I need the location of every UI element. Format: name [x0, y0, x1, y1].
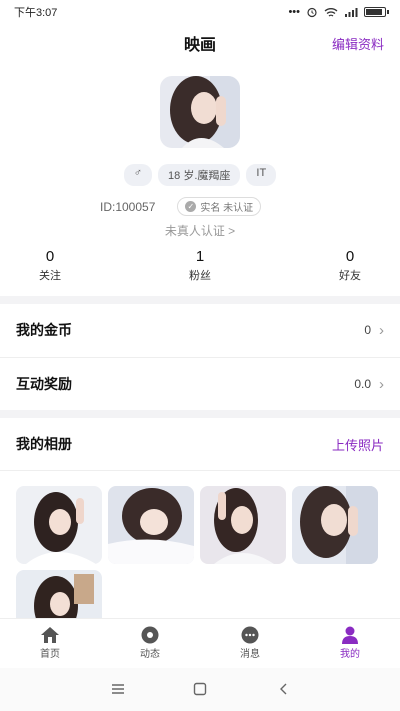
- gender-tag: ♂: [123, 164, 153, 186]
- notification-dots: •••: [288, 6, 300, 18]
- upload-photo-button[interactable]: 上传照片: [332, 435, 384, 454]
- avatar[interactable]: [160, 76, 240, 148]
- stat-following-label: 关注: [39, 270, 61, 282]
- status-time: 下午3:07: [14, 7, 58, 19]
- stat-fans-label: 粉丝: [189, 270, 211, 282]
- battery-icon: [364, 7, 389, 17]
- stat-friends[interactable]: 0 好友: [320, 248, 380, 283]
- rewards-right: 0.0 ›: [354, 376, 384, 393]
- status-icons: •••: [288, 6, 389, 18]
- album-photo[interactable]: [200, 486, 286, 564]
- album-photo[interactable]: [292, 486, 378, 564]
- stat-fans[interactable]: 1 粉丝: [170, 248, 230, 283]
- edit-profile-button[interactable]: 编辑资料: [332, 34, 384, 53]
- tab-mine-label: 我的: [340, 649, 360, 660]
- coins-row[interactable]: 我的金币 0 ›: [0, 304, 400, 356]
- rewards-label: 互动奖励: [16, 376, 72, 392]
- album-title: 我的相册: [16, 436, 72, 452]
- row-divider: [0, 470, 400, 471]
- stat-following[interactable]: 0 关注: [20, 248, 80, 283]
- stat-friends-value: 0: [345, 248, 355, 265]
- album-photo[interactable]: [108, 486, 194, 564]
- tab-messages[interactable]: 消息: [220, 625, 280, 660]
- album-photo[interactable]: [16, 570, 102, 620]
- user-id: ID:100057: [100, 199, 156, 214]
- face-verify-link[interactable]: 未真人认证 >: [0, 222, 400, 239]
- section-gap: [0, 410, 400, 418]
- system-nav-bar: [0, 668, 400, 711]
- home-icon: [41, 627, 59, 643]
- tab-messages-label: 消息: [240, 649, 260, 660]
- coins-value: 0: [364, 323, 371, 337]
- realname-label: 实名 未认证: [200, 203, 254, 214]
- alarm-icon: [307, 7, 317, 18]
- disc-icon: [141, 626, 159, 644]
- stat-friends-label: 好友: [339, 270, 361, 282]
- tab-feed-label: 动态: [140, 649, 160, 660]
- section-gap: [0, 296, 400, 304]
- signal-icon: [345, 7, 358, 17]
- profession-tag: IT: [246, 164, 277, 186]
- realname-badge[interactable]: ✓ 实名 未认证: [177, 197, 262, 216]
- status-bar: 下午3:07 •••: [0, 0, 400, 24]
- rewards-row[interactable]: 互动奖励 0.0 ›: [0, 358, 400, 410]
- wifi-icon: [324, 7, 338, 17]
- stats-row: 0 关注 1 粉丝 0 好友: [0, 248, 400, 284]
- tab-home[interactable]: 首页: [20, 625, 80, 660]
- id-row: ID:100057 ✓ 实名 未认证: [100, 197, 262, 216]
- rewards-value: 0.0: [354, 377, 371, 391]
- tab-feed[interactable]: 动态: [120, 625, 180, 660]
- home-nav-icon[interactable]: [192, 682, 208, 696]
- coins-right: 0 ›: [364, 322, 384, 339]
- check-icon: ✓: [185, 201, 197, 212]
- tab-mine[interactable]: 我的: [320, 625, 380, 660]
- bottom-tab-bar: 首页 动态 消息 我的: [0, 618, 400, 666]
- chat-icon: [241, 626, 259, 644]
- album-photo[interactable]: [16, 486, 102, 564]
- stat-following-value: 0: [45, 248, 55, 265]
- profile-tags: ♂ 18 岁.魔羯座 IT: [0, 164, 400, 186]
- menu-icon[interactable]: [110, 682, 126, 696]
- album-header: 我的相册 上传照片: [0, 420, 400, 468]
- coins-label: 我的金币: [16, 322, 72, 338]
- person-icon: [342, 626, 358, 644]
- age-zodiac-tag: 18 岁.魔羯座: [158, 164, 241, 186]
- tab-home-label: 首页: [40, 649, 60, 660]
- stat-fans-value: 1: [195, 248, 205, 265]
- back-icon[interactable]: [276, 682, 292, 696]
- chevron-right-icon: ›: [379, 375, 384, 393]
- page-title: 映画: [183, 37, 216, 54]
- page-header: 映画 编辑资料: [0, 28, 400, 58]
- chevron-right-icon: ›: [379, 321, 384, 339]
